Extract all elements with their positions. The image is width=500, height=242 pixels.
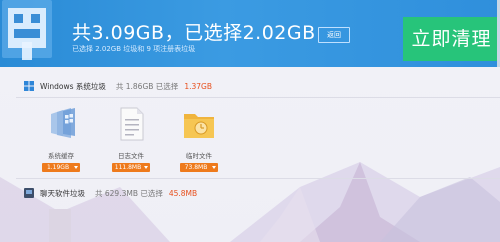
item-log-files[interactable]: 日志文件 111.8MB: [107, 106, 155, 172]
clean-now-button[interactable]: 立即清理: [403, 17, 500, 61]
section-divider: [16, 97, 500, 98]
item-system-cache[interactable]: 系统缓存 1.19GB: [37, 106, 85, 172]
back-button[interactable]: 返回: [318, 27, 350, 43]
section-total: 共 1.86GB 已选择: [115, 81, 179, 91]
item-label: 系统缓存: [48, 152, 74, 160]
scan-results-panel: Windows 系统垃圾 共 1.86GB 已选择 1.37GB 系统缓存 1.…: [0, 67, 500, 242]
section-title: 聊天软件垃圾: [40, 188, 85, 198]
section-selected: 45.8MB: [168, 188, 198, 198]
size-dropdown[interactable]: 1.19GB: [42, 163, 80, 172]
item-label: 临时文件: [186, 152, 212, 160]
section-chat-junk[interactable]: 聊天软件垃圾 共 629.3MB 已选择 45.8MB: [24, 186, 197, 200]
system-cache-icon: [51, 108, 75, 138]
section-windows-junk[interactable]: Windows 系统垃圾 共 1.86GB 已选择 1.37GB: [24, 79, 212, 93]
chat-app-icon: [24, 188, 34, 198]
item-temp-files[interactable]: 临时文件 73.8MB: [175, 106, 223, 172]
section-title: Windows 系统垃圾: [40, 81, 106, 91]
temp-folder-icon: [184, 114, 214, 138]
header-title: 共3.09GB，已选择2.02GB: [72, 22, 316, 44]
size-dropdown[interactable]: 73.8MB: [180, 163, 218, 172]
section-total: 共 629.3MB 已选择: [95, 188, 163, 198]
section-selected: 1.37GB: [184, 81, 212, 91]
header-subtitle: 已选择 2.02GB 垃圾和 9 项注册表垃圾: [72, 45, 196, 53]
section-divider: [16, 178, 500, 179]
windows-icon: [24, 81, 34, 91]
chat-item-icon: [49, 209, 71, 242]
header-banner: 共3.09GB，已选择2.02GB 已选择 2.02GB 垃圾和 9 项注册表垃…: [0, 0, 500, 67]
shield-logo-icon: [2, 0, 52, 60]
log-file-icon: [120, 107, 144, 141]
item-label: 日志文件: [118, 152, 144, 160]
size-dropdown[interactable]: 111.8MB: [112, 163, 150, 172]
